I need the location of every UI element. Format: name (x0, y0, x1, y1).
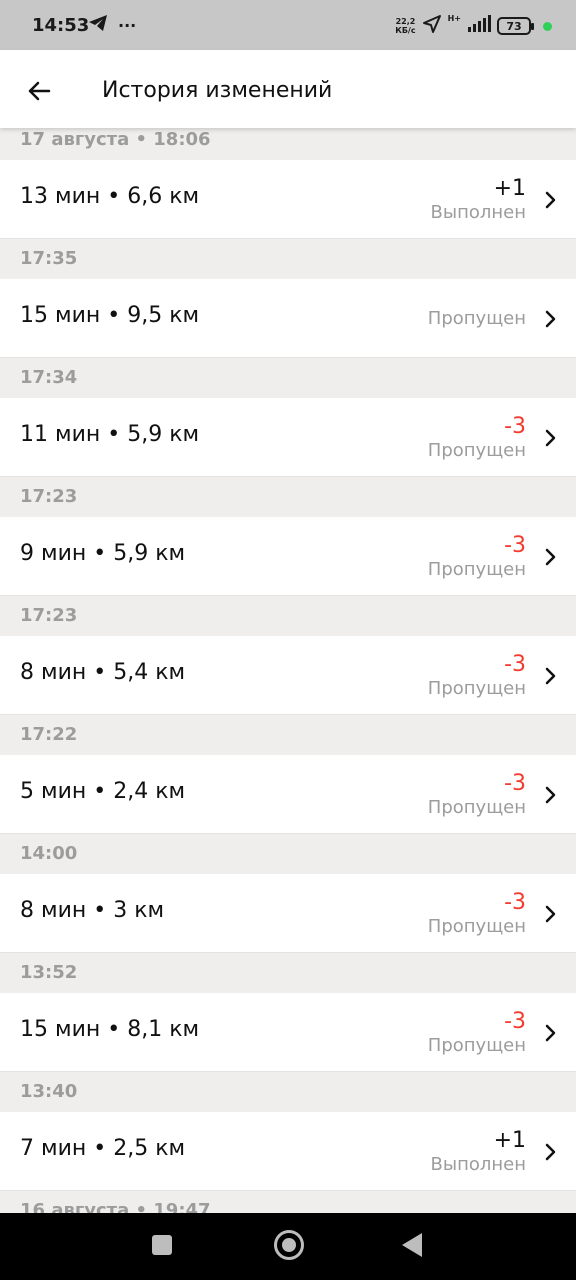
location-arrow-icon (422, 14, 442, 38)
rating-delta: +1 (493, 175, 526, 201)
order-result: -3 Пропущен (428, 874, 526, 953)
order-row[interactable]: 8 мин • 3 км -3 Пропущен (0, 874, 576, 953)
order-row[interactable]: 15 мин • 9,5 км Пропущен (0, 279, 576, 358)
group-header-time: 14:00 (0, 834, 576, 874)
chevron-right-icon (544, 1022, 558, 1044)
group-header-time: 17:23 (0, 596, 576, 636)
group-header-time: 17:23 (0, 477, 576, 517)
order-status: Пропущен (427, 439, 526, 461)
more-icon: ··· (118, 15, 137, 35)
rating-delta: -3 (504, 1008, 526, 1034)
order-duration-distance: 15 мин • 8,1 км (20, 1017, 200, 1042)
status-left-icons: ··· (88, 14, 136, 36)
recents-button[interactable] (152, 1235, 172, 1255)
order-row[interactable]: 11 мин • 5,9 км -3 Пропущен (0, 398, 576, 477)
chevron-right-icon (544, 546, 558, 568)
chevron-right-icon (544, 1141, 558, 1163)
order-duration-distance: 11 мин • 5,9 км (20, 422, 200, 447)
history-list[interactable]: 17 августа • 18:06 13 мин • 6,6 км +1 Выпол… (0, 128, 576, 1213)
chevron-right-icon (544, 308, 558, 330)
order-result: -3 Пропущен (428, 755, 526, 834)
order-duration-distance: 9 мин • 5,9 км (20, 541, 186, 566)
battery-level: 73 (506, 19, 522, 33)
order-duration-distance: 8 мин • 3 км (20, 898, 165, 923)
order-status: Пропущен (427, 677, 526, 699)
order-row[interactable]: 15 мин • 8,1 км -3 Пропущен (0, 993, 576, 1072)
order-row[interactable]: 5 мин • 2,4 км -3 Пропущен (0, 755, 576, 834)
back-button[interactable] (22, 74, 56, 108)
privacy-indicator (543, 21, 552, 31)
history-list-inner: 17 августа • 18:06 13 мин • 6,6 км +1 Выпол… (0, 128, 576, 1213)
order-row[interactable]: 7 мин • 2,5 км +1 Выполнен (0, 1112, 576, 1191)
system-back-button[interactable] (402, 1233, 422, 1257)
chevron-right-icon (544, 784, 558, 806)
network-type: H+ (447, 14, 461, 23)
rating-delta: +1 (493, 1127, 526, 1153)
rating-delta: -3 (504, 651, 526, 677)
order-status: Выполнен (430, 201, 526, 223)
order-duration-distance: 15 мин • 9,5 км (20, 303, 200, 328)
order-result: -3 Пропущен (428, 636, 526, 715)
chevron-right-icon (544, 665, 558, 687)
order-status: Пропущен (427, 796, 526, 818)
status-time: 14:53 (32, 15, 90, 36)
group-header-time: 17:22 (0, 715, 576, 755)
rating-delta: -3 (504, 770, 526, 796)
status-right: 22,2 КБ/с H+ 73 (395, 14, 552, 38)
order-result: -3 Пропущен (428, 993, 526, 1072)
status-bar: 14:53 ··· 22,2 КБ/с H+ 73 (0, 0, 576, 50)
group-header-time: 17:35 (0, 239, 576, 279)
group-header-time: 17:34 (0, 358, 576, 398)
order-result: +1 Выполнен (431, 160, 526, 239)
group-header-time: 16 августа • 19:47 (0, 1191, 576, 1213)
app-header: История изменений (0, 50, 576, 128)
order-duration-distance: 8 мин • 5,4 км (20, 660, 186, 685)
rating-delta: -3 (504, 413, 526, 439)
rating-delta: -3 (504, 889, 526, 915)
speed-unit: КБ/с (395, 26, 416, 35)
order-result: -3 Пропущен (428, 517, 526, 596)
order-row[interactable]: 13 мин • 6,6 км +1 Выполнен (0, 160, 576, 239)
order-duration-distance: 7 мин • 2,5 км (20, 1136, 186, 1161)
rating-delta: -3 (504, 532, 526, 558)
chevron-right-icon (544, 903, 558, 925)
order-status: Пропущен (427, 558, 526, 580)
order-status: Выполнен (430, 1153, 526, 1175)
speed-value: 22,2 (395, 17, 416, 26)
telegram-icon (88, 14, 108, 36)
arrow-left-icon (28, 81, 51, 101)
battery-icon: 73 (497, 17, 534, 35)
group-header-time: 13:40 (0, 1072, 576, 1112)
chevron-right-icon (544, 189, 558, 211)
order-result: -3 Пропущен (428, 398, 526, 477)
order-status: Пропущен (427, 915, 526, 937)
order-result: Пропущен (428, 279, 526, 358)
order-row[interactable]: 9 мин • 5,9 км -3 Пропущен (0, 517, 576, 596)
order-status: Пропущен (427, 1034, 526, 1056)
page-title: История изменений (102, 78, 333, 103)
order-result: +1 Выполнен (431, 1112, 526, 1191)
chevron-right-icon (544, 427, 558, 449)
home-button[interactable] (274, 1230, 304, 1260)
order-status: Пропущен (427, 308, 526, 329)
network-speed: 22,2 КБ/с (395, 17, 415, 35)
order-row[interactable]: 8 мин • 5,4 км -3 Пропущен (0, 636, 576, 715)
order-duration-distance: 13 мин • 6,6 км (20, 184, 200, 209)
signal-icon (467, 15, 491, 37)
group-header-time: 17 августа • 18:06 (0, 128, 576, 160)
order-duration-distance: 5 мин • 2,4 км (20, 779, 186, 804)
system-nav-bar (0, 1213, 576, 1280)
group-header-time: 13:52 (0, 953, 576, 993)
